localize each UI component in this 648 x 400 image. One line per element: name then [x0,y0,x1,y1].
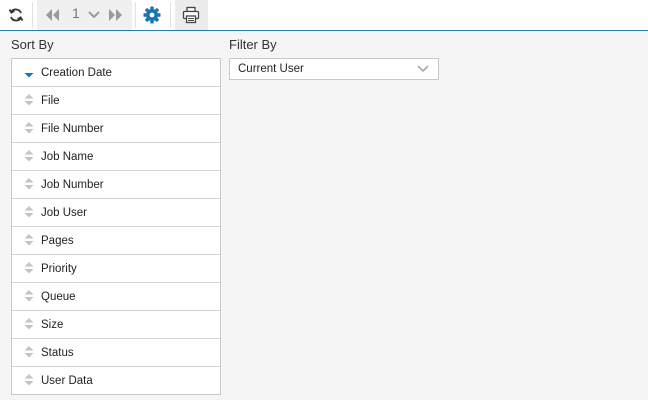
refresh-button[interactable] [4,0,28,30]
printer-icon [182,6,200,24]
sort-list: Creation Date File File Number Job Name Job … [11,58,221,395]
chevron-down-icon [417,65,429,73]
sort-item[interactable]: Status [12,339,220,367]
toolbar-divider [32,2,33,28]
print-button[interactable] [178,0,204,30]
sort-item[interactable]: Job User [12,199,220,227]
sort-neutral-icon [24,178,34,190]
sort-item[interactable]: Job Number [12,171,220,199]
settings-button[interactable] [140,0,164,30]
sort-descending-icon [24,73,34,78]
gear-icon [143,6,161,24]
double-chevron-right-icon [109,9,122,21]
sort-neutral-icon [24,206,34,218]
sort-item-label: Status [41,347,74,359]
sort-item[interactable]: File Number [12,115,220,143]
sort-item[interactable]: Pages [12,227,220,255]
sort-item-label: Pages [41,235,74,247]
sort-item-label: Job User [41,207,88,219]
sort-item-label: File [41,95,60,107]
sort-item-label: Priority [41,263,77,275]
sort-item-label: File Number [41,123,104,135]
sort-item[interactable]: File [12,87,220,115]
sort-item-label: Job Name [41,151,94,163]
sort-item-label: Queue [41,291,76,303]
last-page-button[interactable] [106,0,126,30]
filter-by-title: Filter By [229,37,277,52]
sort-neutral-icon [24,346,34,358]
sort-neutral-icon [24,150,34,162]
sort-neutral-icon [24,94,34,106]
first-page-button[interactable] [42,0,62,30]
sort-item-label: Size [41,319,64,331]
sort-item-label: Job Number [41,179,104,191]
sort-neutral-icon [24,262,34,274]
filter-select[interactable]: Current User [229,58,439,80]
sort-neutral-icon [24,122,34,134]
toolbar-divider [135,2,136,28]
chevron-down-icon [88,11,100,19]
page-dropdown-button[interactable] [86,0,102,30]
sort-item[interactable]: Size [12,311,220,339]
sort-item[interactable]: Creation Date [12,59,220,87]
sort-neutral-icon [24,234,34,246]
toolbar: 1 [0,0,648,31]
double-chevron-left-icon [46,9,59,21]
sort-item[interactable]: Queue [12,283,220,311]
sort-item[interactable]: User Data [12,367,220,394]
sort-neutral-icon [24,374,34,386]
page-number: 1 [72,5,80,21]
refresh-icon [8,8,24,22]
sort-by-title: Sort By [11,37,54,52]
sort-item-label: Creation Date [41,67,112,79]
sort-neutral-icon [24,290,34,302]
sort-item-label: User Data [41,375,93,387]
sort-item[interactable]: Job Name [12,143,220,171]
filter-selected-value: Current User [238,63,304,75]
sort-neutral-icon [24,318,34,330]
toolbar-divider [170,2,171,28]
sort-item[interactable]: Priority [12,255,220,283]
